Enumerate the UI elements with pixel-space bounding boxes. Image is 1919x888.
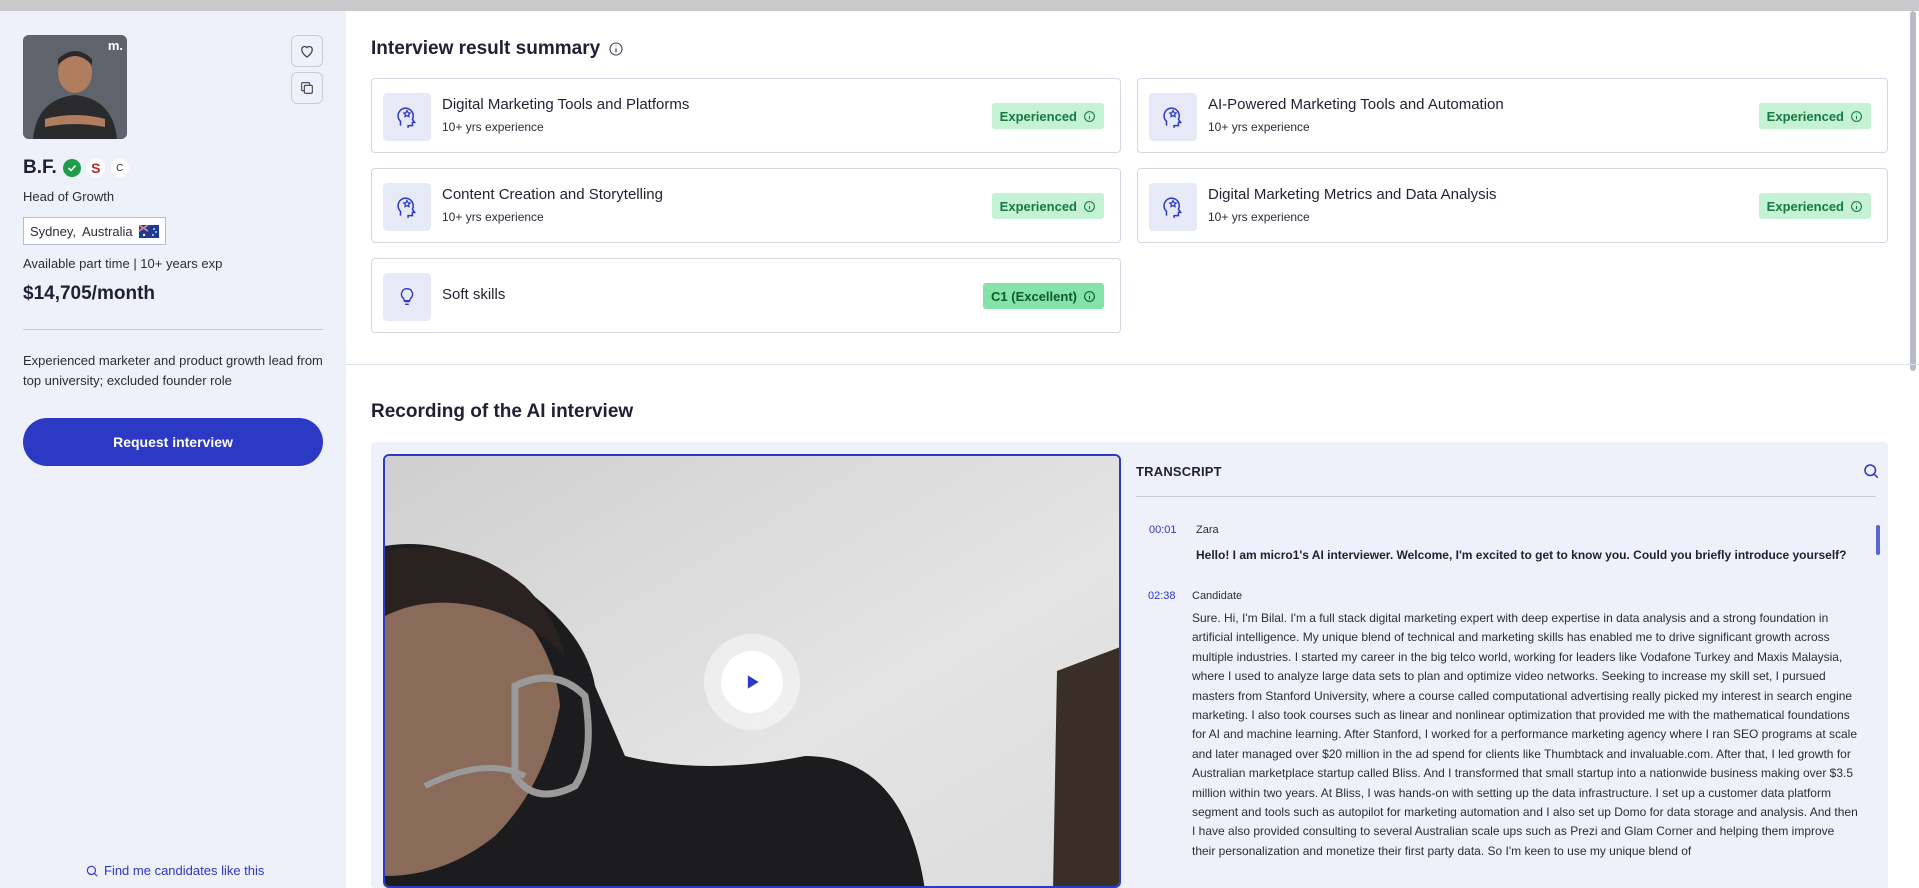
location-country: Australia — [82, 223, 133, 239]
info-icon[interactable] — [608, 41, 624, 57]
favorite-button[interactable] — [291, 35, 323, 67]
skill-level-badge[interactable]: Experienced — [991, 103, 1104, 129]
transcript-fade — [1136, 858, 1888, 888]
find-similar-label: Find me candidates like this — [104, 863, 265, 878]
skill-name: Soft skills — [442, 286, 506, 303]
transcript-speaker: Candidate — [1192, 590, 1243, 602]
location-tag: Sydney, Australia — [23, 217, 166, 245]
interview-summary-heading: Interview result summary — [371, 38, 624, 60]
skill-name: Digital Marketing Tools and Platforms — [442, 96, 690, 113]
transcript-panel: TRANSCRIPT 00:01 Zara Hello! I am micro1… — [1136, 454, 1888, 888]
skill-level-badge[interactable]: Experienced — [1758, 103, 1871, 129]
skill-level-badge[interactable]: Experienced — [1758, 193, 1871, 219]
play-button[interactable] — [704, 634, 800, 730]
section-divider — [346, 364, 1919, 365]
transcript-message: Hello! I am micro1's AI interviewer. Wel… — [1196, 548, 1847, 562]
skill-name: AI-Powered Marketing Tools and Automatio… — [1208, 96, 1504, 113]
platform-logo-badge: m. — [107, 38, 123, 53]
language-badge: C — [110, 159, 129, 177]
skill-name: Digital Marketing Metrics and Data Analy… — [1208, 186, 1497, 203]
candidate-summary: Experienced marketer and product growth … — [23, 353, 323, 388]
transcript-header: TRANSCRIPT — [1136, 464, 1222, 479]
browser-top-strip — [0, 0, 1919, 11]
brain-star-icon — [383, 183, 431, 231]
brain-star-icon — [383, 93, 431, 141]
candidate-name: B.F. — [23, 157, 57, 178]
recording-title: Recording of the AI interview — [371, 401, 634, 422]
transcript-divider — [1136, 496, 1876, 497]
sidebar-divider — [23, 329, 323, 330]
play-button-inner — [721, 651, 783, 713]
search-icon — [86, 865, 98, 877]
skill-experience: 10+ yrs experience — [442, 210, 544, 224]
lightbulb-icon — [383, 273, 431, 321]
search-icon[interactable] — [1862, 462, 1880, 480]
brain-star-icon — [1149, 93, 1197, 141]
skill-card[interactable]: Digital Marketing Metrics and Data Analy… — [1137, 168, 1888, 243]
info-icon — [1851, 200, 1862, 212]
request-interview-button[interactable]: Request interview — [23, 418, 323, 466]
soft-skills-card[interactable]: Soft skills C1 (Excellent) — [371, 258, 1121, 333]
skill-experience: 10+ yrs experience — [1208, 120, 1310, 134]
transcript-speaker: Zara — [1196, 524, 1219, 536]
skill-card[interactable]: Content Creation and Storytelling 10+ yr… — [371, 168, 1121, 243]
candidate-avatar: m. — [23, 35, 127, 139]
skill-name: Content Creation and Storytelling — [442, 186, 663, 203]
recording-panel: TRANSCRIPT 00:01 Zara Hello! I am micro1… — [371, 442, 1888, 888]
location-city: Sydney, — [30, 223, 77, 239]
skill-card[interactable]: AI-Powered Marketing Tools and Automatio… — [1137, 78, 1888, 153]
info-icon — [1084, 110, 1095, 122]
interview-summary-title: Interview result summary — [371, 38, 601, 59]
interview-video-player[interactable] — [383, 454, 1121, 888]
page-scrollbar[interactable] — [1910, 11, 1916, 371]
info-icon — [1084, 200, 1095, 212]
verified-icon — [62, 159, 81, 177]
availability-text: Available part time | 10+ years exp — [23, 256, 223, 271]
transcript-scrollbar[interactable] — [1876, 525, 1880, 555]
copy-button[interactable] — [291, 72, 323, 104]
skill-level-badge[interactable]: Experienced — [991, 193, 1104, 219]
skill-level: Experienced — [1766, 108, 1844, 124]
copy-icon — [301, 82, 313, 94]
skill-experience: 10+ yrs experience — [1208, 210, 1310, 224]
play-icon — [747, 675, 759, 689]
info-icon — [1084, 290, 1095, 302]
main-content: Interview result summary Digital Marketi… — [346, 11, 1919, 888]
candidate-title: Head of Growth — [23, 189, 115, 204]
transcript-timestamp[interactable]: 00:01 — [1149, 524, 1177, 536]
skill-card[interactable]: Digital Marketing Tools and Platforms 10… — [371, 78, 1121, 153]
heart-icon — [301, 45, 313, 58]
info-icon — [1851, 110, 1862, 122]
skill-level: Experienced — [999, 108, 1077, 124]
university-logo-icon: S — [86, 159, 105, 177]
candidate-sidebar: m. B.F. S C Head of Growth Sydney, Austr… — [0, 11, 346, 888]
skill-level: C1 (Excellent) — [991, 288, 1077, 304]
skill-experience: 10+ yrs experience — [442, 120, 544, 134]
transcript-message: Sure. Hi, I'm Bilal. I'm a full stack di… — [1192, 611, 1858, 858]
find-similar-candidates-link[interactable]: Find me candidates like this — [85, 863, 264, 878]
recording-heading: Recording of the AI interview — [371, 401, 633, 423]
candidate-name-row: B.F. S C — [23, 157, 129, 179]
brain-star-icon — [1149, 183, 1197, 231]
skill-level: Experienced — [999, 198, 1077, 214]
skill-level: Experienced — [1766, 198, 1844, 214]
transcript-timestamp[interactable]: 02:38 — [1148, 590, 1176, 602]
language-level-badge[interactable]: C1 (Excellent) — [983, 283, 1104, 309]
australia-flag-icon — [138, 223, 159, 238]
monthly-rate: $14,705/month — [23, 283, 155, 304]
